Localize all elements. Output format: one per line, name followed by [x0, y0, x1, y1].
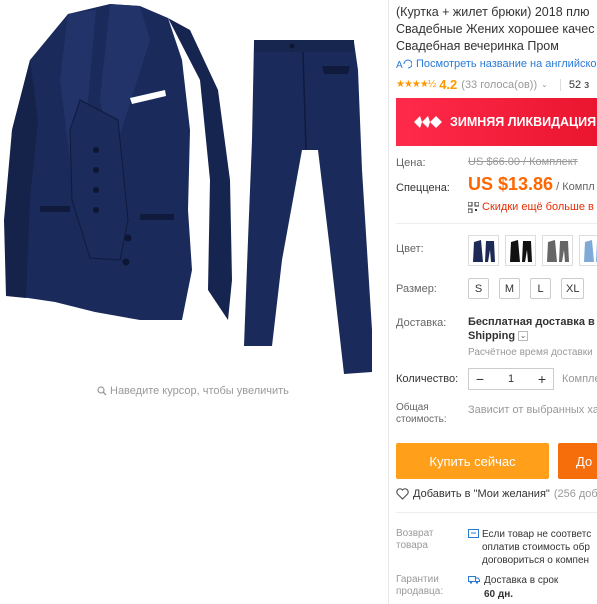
- shipping-label: Доставка:: [396, 317, 447, 329]
- orders-count: 52 з: [559, 78, 589, 91]
- add-to-cart-button[interactable]: До: [558, 443, 597, 479]
- wishlist-text: Добавить в "Мои желания": [413, 488, 550, 500]
- chevron-down-icon[interactable]: ⌄: [541, 80, 548, 89]
- special-price-label: Спеццена:: [396, 182, 450, 194]
- total-label: Общая стоимость:: [396, 402, 447, 426]
- product-title: (Куртка + жилет брюки) 2018 плю Свадебны…: [396, 4, 597, 55]
- price-label: Цена:: [396, 157, 426, 169]
- shipping-main: Бесплатная доставка в R: [468, 316, 597, 328]
- gray-suit-swatch: [546, 239, 569, 262]
- returns-label-line: товара: [396, 540, 428, 551]
- size-option-l[interactable]: L: [530, 278, 551, 299]
- wishlist-count: (256 доба: [553, 488, 597, 500]
- svg-text:A: A: [396, 60, 403, 70]
- guarantee-line: Доставка в срок: [484, 575, 559, 586]
- returns-line: договориться о компен: [482, 555, 590, 566]
- color-options: [468, 235, 597, 266]
- returns-line: оплатив стоимость обр: [482, 542, 590, 553]
- color-label: Цвет:: [396, 243, 424, 255]
- product-title-line: Свадебная вечеринка Пром: [396, 39, 559, 53]
- returns-label: Возврат товара: [396, 528, 434, 552]
- shipping-estimate: Расчётное время доставки: [468, 347, 593, 358]
- product-gallery: Наведите курсор, чтобы увеличить: [0, 0, 388, 604]
- add-to-wishlist-link[interactable]: Добавить в "Мои желания" (256 доба: [396, 488, 597, 500]
- section-divider: [396, 223, 597, 224]
- size-option-m[interactable]: M: [499, 278, 520, 299]
- promo-banner-text: ЗИМНЯЯ ЛИКВИДАЦИЯ: [450, 115, 597, 129]
- total-label-line: Общая: [396, 402, 429, 413]
- quantity-input[interactable]: 1: [508, 373, 514, 385]
- buy-now-button[interactable]: Купить сейчас: [396, 443, 549, 479]
- guarantee-label-line: продавца:: [396, 586, 444, 597]
- delivery-truck-icon: [468, 576, 480, 584]
- color-swatch-navy[interactable]: [468, 235, 499, 266]
- shipping-method[interactable]: Shipping ⌄: [468, 330, 529, 342]
- rating-value: 4.2: [439, 77, 458, 92]
- section-divider: [396, 512, 597, 513]
- more-discounts-text: Скидки ещё больше в п: [482, 201, 597, 213]
- product-info: (Куртка + жилет брюки) 2018 плю Свадебны…: [396, 0, 597, 604]
- navy-suit-swatch: [472, 239, 495, 262]
- product-image[interactable]: [0, 0, 388, 380]
- returns-label-line: Возврат: [396, 528, 434, 539]
- translate-link-text: Посмотреть название на английско: [416, 58, 597, 70]
- return-icon: [468, 529, 479, 538]
- guarantee-text: Доставка в срок 60 дн.: [484, 574, 558, 602]
- quantity-minus-button[interactable]: −: [469, 371, 491, 387]
- old-price: US $66.00 / Комплект: [468, 156, 578, 168]
- returns-line: Если товар не соответс: [482, 529, 592, 540]
- size-options: S M L XL: [468, 278, 585, 299]
- promo-logo-icon: [414, 116, 442, 128]
- column-divider: [388, 0, 389, 604]
- zoom-hint-text: Наведите курсор, чтобы увеличить: [110, 385, 289, 397]
- product-title-line: Свадебные Жених хорошее качес: [396, 22, 595, 36]
- chevron-down-icon[interactable]: ⌄: [518, 331, 529, 341]
- size-label: Размер:: [396, 283, 437, 295]
- rating-count[interactable]: (33 голоса(ов)): [461, 79, 537, 91]
- total-value: Зависит от выбранных хар: [468, 404, 597, 416]
- guarantee-label-line: Гарантии: [396, 574, 439, 585]
- shipping-method-text: Shipping: [468, 330, 516, 342]
- color-swatch-light-blue[interactable]: [579, 235, 597, 266]
- heart-icon: [396, 488, 409, 500]
- zoom-hint: Наведите курсор, чтобы увеличить: [97, 385, 289, 397]
- quantity-note: Компле: [562, 373, 597, 385]
- promo-banner[interactable]: ЗИМНЯЯ ЛИКВИДАЦИЯ: [396, 98, 597, 146]
- quantity-stepper: − 1 + Компле: [468, 368, 597, 390]
- more-discounts-link[interactable]: Скидки ещё больше в п: [468, 201, 597, 213]
- magnifier-icon: [97, 386, 107, 396]
- color-swatch-black[interactable]: [505, 235, 536, 266]
- translate-link[interactable]: A Посмотреть название на английско: [396, 58, 597, 70]
- special-price: US $13.86 / Компл: [468, 174, 595, 195]
- color-swatch-gray[interactable]: [542, 235, 573, 266]
- rating-stars: ★★★★½: [396, 79, 436, 90]
- black-suit-swatch: [509, 239, 532, 262]
- returns-text: Если товар не соответс оплатив стоимость…: [482, 528, 591, 567]
- product-title-line: (Куртка + жилет брюки) 2018 плю: [396, 5, 590, 19]
- guarantee-days: 60 дн.: [484, 589, 514, 600]
- size-option-s[interactable]: S: [468, 278, 489, 299]
- size-option-xl[interactable]: XL: [561, 278, 585, 299]
- quantity-label: Количество:: [396, 373, 459, 385]
- translate-icon: A: [396, 59, 412, 70]
- quantity-plus-button[interactable]: +: [531, 371, 553, 387]
- price-unit: / Компл: [553, 181, 595, 193]
- total-label-line: стоимость:: [396, 414, 447, 425]
- qr-icon: [468, 201, 479, 213]
- quantity-box: − 1 +: [468, 368, 554, 390]
- light-blue-suit-swatch: [583, 239, 597, 262]
- special-price-amount: US $13.86: [468, 174, 554, 194]
- guarantee-label: Гарантии продавца:: [396, 574, 443, 598]
- rating-row: ★★★★½ 4.2 (33 голоса(ов)) ⌄ 52 з: [396, 77, 589, 92]
